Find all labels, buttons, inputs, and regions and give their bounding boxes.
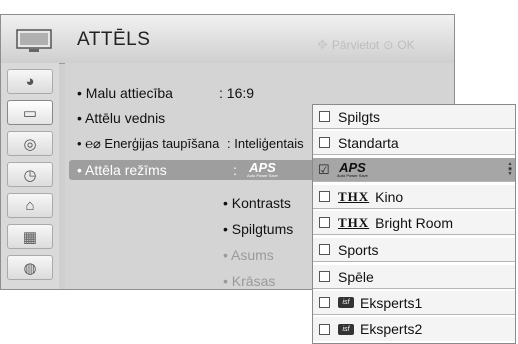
option-label: Standarta bbox=[338, 134, 399, 151]
ok-button-icon: ⊙ bbox=[383, 38, 394, 52]
option-game[interactable]: Spēle bbox=[313, 265, 515, 289]
picture-mode-colon: : bbox=[233, 162, 237, 178]
option-expert2[interactable]: isf Eksperts2 bbox=[313, 317, 515, 341]
sidebar-item-lock[interactable]: ⌂ bbox=[7, 193, 53, 218]
option-thx-cinema[interactable]: THX Kino bbox=[313, 185, 515, 209]
menu-item-contrast[interactable]: • Kontrasts bbox=[223, 195, 291, 211]
option-label: Kino bbox=[375, 188, 404, 205]
sidebar-item-channel[interactable]: ◕ bbox=[7, 69, 53, 94]
aspect-ratio-label: • Malu attiecība bbox=[77, 85, 173, 101]
option-label: Bright Room bbox=[375, 214, 453, 231]
menu-item-color: • Krāsas bbox=[223, 273, 276, 289]
aps-logo-subtext: Auto Power Save bbox=[247, 173, 278, 178]
menu-item-picture-mode[interactable]: • Attēla režīms : APS Auto Power Save bbox=[69, 160, 319, 180]
menu-item-aspect-ratio[interactable]: • Malu attiecība : 16:9 bbox=[77, 85, 254, 101]
globe-icon: ◍ bbox=[23, 259, 37, 277]
aspect-ratio-value: : 16:9 bbox=[219, 85, 255, 101]
hint-move-label: Pārvietot bbox=[331, 38, 380, 52]
checked-checkbox-icon[interactable]: ☑ bbox=[318, 162, 330, 178]
menu-item-sharpness: • Asums bbox=[223, 247, 274, 263]
checkbox[interactable] bbox=[319, 217, 330, 228]
scroll-indicator-icon[interactable]: ▲ ◉ ▼ bbox=[507, 162, 513, 178]
page-title: ATTĒLS bbox=[77, 29, 151, 50]
option-aps[interactable]: ☑ APS Auto Power Save ▲ ◉ ▼ bbox=[313, 158, 515, 182]
keyboard-icon: ▦ bbox=[22, 228, 38, 246]
checkbox[interactable] bbox=[319, 323, 330, 335]
option-label: Eksperts2 bbox=[360, 321, 423, 337]
hint-ok-label: OK bbox=[397, 38, 415, 52]
option-standard[interactable]: Standarta bbox=[313, 131, 515, 155]
option-label: Eksperts1 bbox=[360, 294, 423, 311]
speaker-icon: ◎ bbox=[23, 135, 37, 153]
category-sidebar: ◕ ▭ ◎ ◷ ⌂ ▦ ◍ bbox=[1, 63, 59, 289]
navigation-hint: ✥ Pārvietot ⊙ OK bbox=[317, 37, 415, 53]
checkbox[interactable] bbox=[319, 244, 330, 255]
menu-item-picture-wizard[interactable]: • Attēlu vednis bbox=[77, 110, 165, 126]
option-expert1[interactable]: isf Eksperts1 bbox=[313, 291, 515, 315]
menu-item-brightness[interactable]: • Spilgtums bbox=[223, 221, 293, 237]
checkbox[interactable] bbox=[319, 297, 330, 308]
clock-icon: ◷ bbox=[23, 166, 37, 184]
option-sports[interactable]: Sports bbox=[313, 238, 515, 262]
aps-logo-icon: APS Auto Power Save bbox=[337, 161, 368, 178]
option-label: Spēle bbox=[338, 268, 374, 285]
dpad-icon: ✥ bbox=[317, 37, 328, 52]
aps-logo-icon: APS Auto Power Save bbox=[247, 161, 278, 178]
sidebar-item-options[interactable]: ▦ bbox=[7, 224, 53, 249]
menu-header: ATTĒLS ✥ Pārvietot ⊙ OK bbox=[1, 15, 454, 64]
checkbox[interactable] bbox=[319, 111, 330, 122]
lock-icon: ⌂ bbox=[25, 197, 35, 214]
sidebar-item-audio[interactable]: ◎ bbox=[7, 131, 53, 156]
picture-mode-label: • Attēla režīms bbox=[77, 162, 167, 178]
option-thx-bright-room[interactable]: THX Bright Room bbox=[313, 211, 515, 235]
tv-picture-icon: ▭ bbox=[22, 104, 38, 122]
energy-saving-value: : Inteliģentais bbox=[227, 136, 304, 151]
sidebar-item-network[interactable]: ◍ bbox=[7, 255, 53, 280]
option-vivid[interactable]: Spilgts bbox=[313, 105, 515, 129]
option-label: Sports bbox=[338, 241, 379, 258]
isf-logo-icon: isf bbox=[338, 297, 354, 308]
option-label: Spilgts bbox=[338, 108, 381, 125]
checkbox[interactable] bbox=[319, 271, 330, 282]
checkbox[interactable] bbox=[319, 191, 330, 202]
aps-logo-subtext: Auto Power Save bbox=[337, 173, 368, 178]
isf-logo-icon: isf bbox=[338, 323, 354, 335]
sidebar-item-time[interactable]: ◷ bbox=[7, 162, 53, 187]
picture-mode-dropdown[interactable]: Spilgts Standarta ☑ APS Auto Power Save … bbox=[312, 104, 516, 344]
energy-saving-label: • ℮⌀ Enerģijas taupīšana bbox=[77, 136, 220, 151]
thx-logo-icon: THX bbox=[338, 188, 370, 204]
checkbox[interactable] bbox=[319, 137, 330, 148]
satellite-dish-icon: ◕ bbox=[25, 73, 35, 90]
menu-item-energy-saving[interactable]: • ℮⌀ Enerģijas taupīšana : Inteliģentais bbox=[77, 136, 304, 152]
tv-icon bbox=[16, 29, 52, 52]
picture-wizard-label: • Attēlu vednis bbox=[77, 110, 166, 126]
thx-logo-icon: THX bbox=[338, 214, 370, 230]
sidebar-item-picture[interactable]: ▭ bbox=[7, 100, 53, 125]
